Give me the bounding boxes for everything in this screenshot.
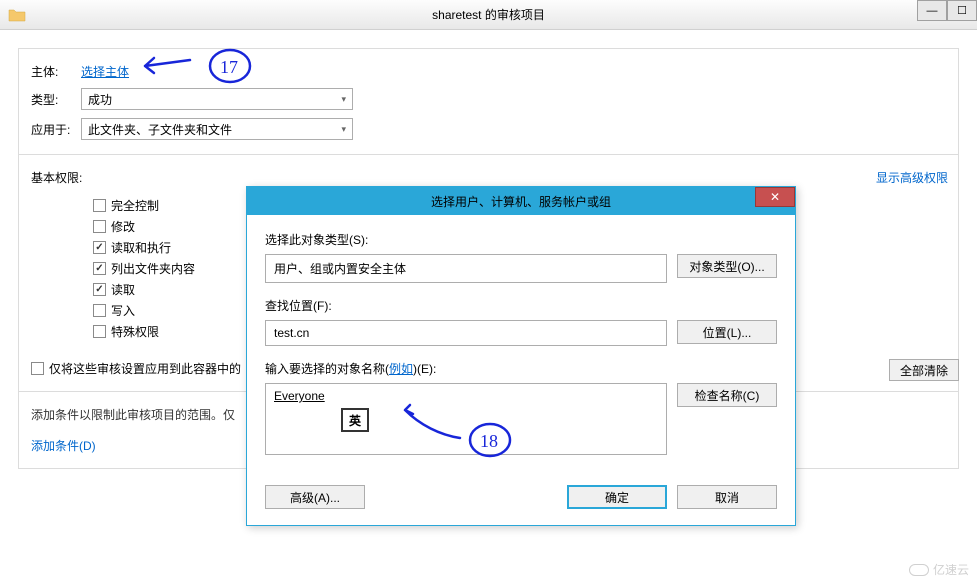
checkbox-icon[interactable] [93, 199, 106, 212]
cloud-icon [909, 564, 929, 576]
minimize-button[interactable]: — [917, 0, 947, 21]
titlebar: sharetest 的审核项目 — ☐ [0, 0, 977, 30]
applies-value: 此文件夹、子文件夹和文件 [88, 121, 232, 138]
location-button[interactable]: 位置(L)... [677, 320, 777, 344]
window-controls: — ☐ [917, 0, 977, 21]
principal-label: 主体: [31, 63, 81, 80]
advanced-button[interactable]: 高级(A)... [265, 485, 365, 509]
type-label: 类型: [31, 91, 81, 108]
window-title: sharetest 的审核项目 [432, 6, 545, 23]
ok-button[interactable]: 确定 [567, 485, 667, 509]
select-object-dialog: 选择用户、计算机、服务帐户或组 ✕ 选择此对象类型(S): 用户、组或内置安全主… [246, 186, 796, 526]
select-principal-link[interactable]: 选择主体 [81, 63, 129, 80]
folder-icon [8, 8, 26, 22]
dialog-title: 选择用户、计算机、服务帐户或组 [431, 193, 611, 210]
checkbox-icon[interactable] [31, 362, 44, 375]
close-button[interactable]: ✕ [755, 187, 795, 207]
maximize-button[interactable]: ☐ [947, 0, 977, 21]
dialog-titlebar[interactable]: 选择用户、计算机、服务帐户或组 ✕ [247, 187, 795, 215]
clear-all-button[interactable]: 全部清除 [889, 359, 959, 381]
principal-panel: 主体: 选择主体 类型: 成功 ▾ 应用于: 此文件夹、子文件夹和文件 ▾ [18, 48, 959, 155]
show-advanced-link[interactable]: 显示高级权限 [876, 169, 948, 186]
checkbox-icon[interactable] [93, 220, 106, 233]
checkbox-icon[interactable] [93, 262, 106, 275]
object-types-button[interactable]: 对象类型(O)... [677, 254, 777, 278]
checkbox-icon[interactable] [93, 325, 106, 338]
cancel-button[interactable]: 取消 [677, 485, 777, 509]
checkbox-icon[interactable] [93, 304, 106, 317]
chevron-down-icon: ▾ [341, 94, 346, 105]
names-value: Everyone [274, 389, 325, 403]
applies-select[interactable]: 此文件夹、子文件夹和文件 ▾ [81, 118, 353, 140]
check-names-button[interactable]: 检查名称(C) [677, 383, 777, 407]
object-type-label: 选择此对象类型(S): [265, 231, 777, 248]
close-icon: ✕ [770, 190, 780, 204]
dialog-body: 选择此对象类型(S): 用户、组或内置安全主体 对象类型(O)... 查找位置(… [247, 215, 795, 485]
example-link[interactable]: 例如 [389, 362, 413, 376]
add-condition-link[interactable]: 添加条件(D) [31, 439, 96, 453]
watermark: 亿速云 [909, 561, 969, 578]
location-field: test.cn [265, 320, 667, 346]
ime-indicator: 英 [341, 408, 369, 432]
applies-label: 应用于: [31, 121, 81, 138]
permissions-title: 基本权限: [31, 169, 946, 186]
location-label: 查找位置(F): [265, 297, 777, 314]
chevron-down-icon: ▾ [341, 124, 346, 135]
dialog-footer: 高级(A)... 确定 取消 [247, 485, 795, 525]
apply-only-label: 仅将这些审核设置应用到此容器中的 [49, 360, 241, 377]
checkbox-icon[interactable] [93, 241, 106, 254]
checkbox-icon[interactable] [93, 283, 106, 296]
type-select[interactable]: 成功 ▾ [81, 88, 353, 110]
names-label: 输入要选择的对象名称(例如)(E): [265, 360, 777, 377]
type-value: 成功 [88, 91, 112, 108]
names-input[interactable]: Everyone 英 [265, 383, 667, 455]
object-type-field: 用户、组或内置安全主体 [265, 254, 667, 283]
